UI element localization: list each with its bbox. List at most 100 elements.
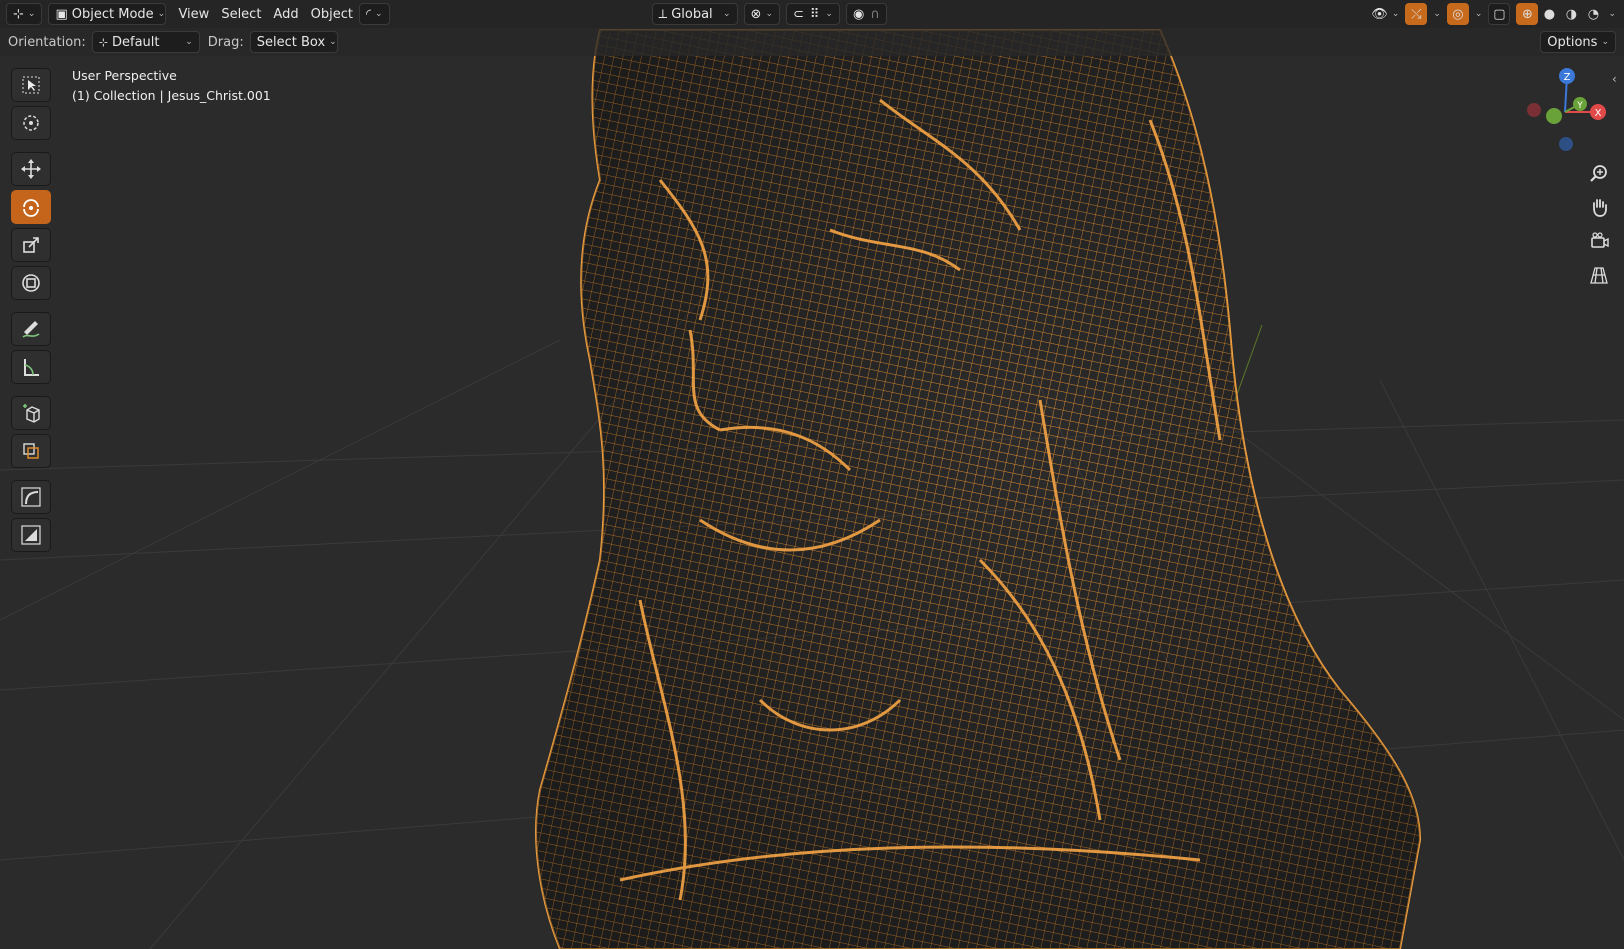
visibility-dropdown[interactable]: 👁 ⌄ <box>1365 3 1405 25</box>
menu-object[interactable]: Object <box>305 3 359 25</box>
rotate-tool[interactable] <box>11 190 51 224</box>
select-box-icon <box>22 76 40 94</box>
menu-select[interactable]: Select <box>215 3 267 25</box>
shrink-tool[interactable] <box>11 518 51 552</box>
scale-tool[interactable] <box>11 228 51 262</box>
chevron-down-icon: ⌄ <box>27 9 36 19</box>
3d-viewport[interactable] <box>0 0 1624 949</box>
options-dropdown[interactable]: Options ⌄ <box>1540 31 1616 53</box>
chevron-down-icon[interactable]: ⌄ <box>1433 9 1441 19</box>
orientation-value: Default <box>112 34 160 50</box>
move-tool[interactable] <box>11 152 51 186</box>
cursor-icon <box>23 115 39 131</box>
xray-icon[interactable]: ▢ <box>1488 3 1511 25</box>
neg-y-handle[interactable] <box>1546 108 1562 124</box>
menu-view[interactable]: View <box>172 3 215 25</box>
proportional-group[interactable]: ◉ ∩ <box>845 3 887 25</box>
transform-tool[interactable] <box>11 266 51 300</box>
axis-icon: ⊹ <box>98 35 108 49</box>
options-label: Options <box>1547 34 1598 50</box>
zoom-icon[interactable] <box>1586 160 1612 186</box>
neg-z-handle[interactable] <box>1559 137 1573 151</box>
menu-add[interactable]: Add <box>267 3 304 25</box>
annotate-tool[interactable] <box>11 312 51 346</box>
drag-dropdown[interactable]: Select Box ⌄ <box>249 31 338 53</box>
viewport-header: ⊹ ⌄ ▣ Object Mode ⌄ View Select Add Objec… <box>0 0 1624 28</box>
view-navigation <box>1584 160 1614 288</box>
viewport-canvas <box>0 29 1624 949</box>
visibility-icon: 👁 <box>1371 6 1388 22</box>
rendered-shading-icon[interactable]: ◔ <box>1582 3 1604 25</box>
measure-icon <box>24 359 39 376</box>
overlay-icon[interactable]: ◎ <box>1446 3 1469 25</box>
curve-icon: ◜ <box>365 6 371 22</box>
measure-tool[interactable] <box>11 350 51 384</box>
neg-x-handle[interactable] <box>1527 103 1541 117</box>
chevron-down-icon: ⌄ <box>722 9 731 19</box>
falloff-icon[interactable]: ∩ <box>870 7 880 22</box>
chevron-down-icon: ⌄ <box>765 9 773 19</box>
scale-icon <box>23 237 39 253</box>
orientation-label: Global <box>671 6 713 22</box>
curve-tool-icon <box>21 487 41 507</box>
move-icon <box>21 159 41 179</box>
cursor-tool[interactable] <box>11 106 51 140</box>
tool-settings-header: Orientation: ⊹ Default ⌄ Drag: Select Bo… <box>0 28 1624 56</box>
gizmo-icon[interactable]: ⤯ <box>1405 3 1428 25</box>
rotate-icon <box>23 199 39 217</box>
curve-dropdown[interactable]: ◜ ⌄ <box>358 3 390 25</box>
pan-hand-icon[interactable] <box>1586 194 1612 220</box>
curve-tool[interactable] <box>11 480 51 514</box>
snap-grid-icon[interactable]: ⠿ <box>810 7 820 22</box>
proportional-icon[interactable]: ◉ <box>853 7 864 22</box>
z-axis-label: Z <box>1564 72 1571 83</box>
chevron-down-icon: ⌄ <box>329 37 337 47</box>
chevron-down-icon: ⌄ <box>1601 37 1609 47</box>
add-cube-tool[interactable] <box>11 396 51 430</box>
chevron-down-icon: ⌄ <box>185 37 193 47</box>
shrink-icon <box>21 525 41 545</box>
add-cube-icon <box>23 404 40 423</box>
snap-icon[interactable]: ⊂ <box>793 7 804 22</box>
chevron-down-icon[interactable]: ⌄ <box>1475 9 1483 19</box>
viewport-info: User Perspective (1) Collection | Jesus_… <box>72 66 271 106</box>
add-cone-icon <box>23 443 39 459</box>
perspective-toggle-icon[interactable] <box>1586 262 1612 288</box>
collection-info: (1) Collection | Jesus_Christ.001 <box>72 88 271 103</box>
solid-shading-icon[interactable]: ● <box>1538 3 1560 25</box>
mode-icon: ▣ <box>55 6 68 22</box>
tool-shelf <box>8 66 54 554</box>
chevron-down-icon: ⌄ <box>1391 9 1400 19</box>
drag-value: Select Box <box>256 34 326 50</box>
material-shading-icon[interactable]: ◑ <box>1560 3 1582 25</box>
navigation-gizmo[interactable]: Z X Y <box>1520 66 1620 166</box>
y-axis-line <box>1234 324 1263 401</box>
drag-field-label: Drag: <box>207 34 244 50</box>
editor-type-icon: ⊹ <box>13 6 24 22</box>
select-box-tool[interactable] <box>11 68 51 102</box>
wireframe-shading-icon[interactable]: ⊕ <box>1516 3 1539 25</box>
y-axis-label: Y <box>1576 101 1583 111</box>
camera-view-icon[interactable] <box>1586 228 1612 254</box>
chevron-down-icon: ⌄ <box>157 9 166 19</box>
sidebar-toggle-icon[interactable]: ‹ <box>1612 72 1617 86</box>
axis-gizmo: Z X Y <box>1527 68 1606 151</box>
pivot-dropdown[interactable]: ⊗ ⌄ <box>743 3 780 25</box>
editor-type-button[interactable]: ⊹ ⌄ <box>6 3 43 25</box>
orientation-field-label: Orientation: <box>8 34 86 50</box>
chevron-down-icon: ⌄ <box>374 9 383 19</box>
view-name: User Perspective <box>72 68 177 83</box>
chevron-down-icon: ⌄ <box>825 9 833 19</box>
snap-group[interactable]: ⊂ ⠿ ⌄ <box>785 3 840 25</box>
pivot-icon: ⊗ <box>750 6 762 22</box>
transform-orientation-dropdown[interactable]: ⟂ Global ⌄ <box>651 3 738 25</box>
chevron-down-icon[interactable]: ⌄ <box>1608 9 1616 19</box>
annotate-icon <box>22 321 40 338</box>
wireframe-mesh <box>535 29 1422 949</box>
mode-dropdown[interactable]: ▣ Object Mode ⌄ <box>48 3 167 25</box>
orientation-icon: ⟂ <box>658 6 668 22</box>
orientation-dropdown[interactable]: ⊹ Default ⌄ <box>91 31 200 53</box>
add-cone-tool[interactable] <box>11 434 51 468</box>
mode-label: Object Mode <box>71 6 154 22</box>
x-axis-label: X <box>1595 108 1602 119</box>
